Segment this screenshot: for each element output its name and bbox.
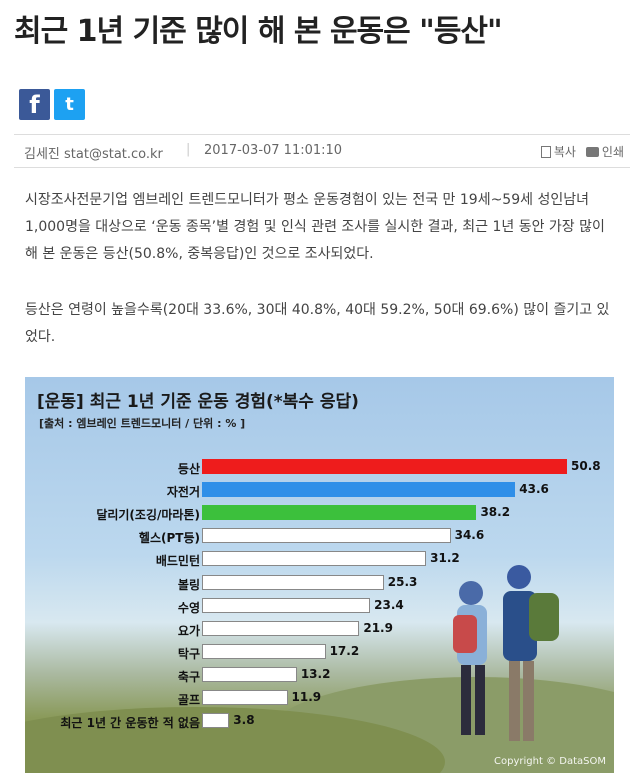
chart-row: 수영 23.4 <box>25 596 614 618</box>
chart-title: [운동] 최근 1년 기준 운동 경험(*복수 응답) <box>37 392 359 412</box>
value-label: 13.2 <box>300 666 331 681</box>
value-label: 23.4 <box>374 597 404 612</box>
category-label: 등산 <box>177 462 200 476</box>
chart-row: 볼링 25.3 <box>25 573 614 595</box>
bar <box>202 620 360 636</box>
value-label: 17.2 <box>329 643 360 658</box>
print-label: 인쇄 <box>601 145 624 159</box>
category-label: 배드민턴 <box>155 554 200 569</box>
bar-chart-image: [운동] 최근 1년 기준 운동 경험(*복수 응답) [출처 : 엠브레인 트… <box>25 377 614 773</box>
category-label: 자전거 <box>166 485 200 500</box>
chart-row: 달리기(조깅/마라톤) 38.2 <box>25 503 614 525</box>
category-label: 달리기(조깅/마라톤) <box>96 508 200 523</box>
bar <box>202 666 297 682</box>
value-label: 50.8 <box>571 459 601 473</box>
category-label: 요가 <box>177 623 200 638</box>
chart-row: 헬스(PT등) 34.6 <box>25 526 614 548</box>
copy-icon <box>540 145 551 158</box>
category-label: 최근 1년 간 운동한 적 없음 <box>60 716 200 731</box>
bar <box>202 643 326 659</box>
article-paragraph: 시장조사전문기업 엠브레인 트렌드모니터가 평소 운동경험이 있는 전국 만 1… <box>25 192 605 262</box>
bar <box>202 459 567 474</box>
bar <box>202 597 371 613</box>
chart-row: 배드민턴 31.2 <box>25 549 614 571</box>
category-label: 축구 <box>177 669 200 684</box>
value-label: 11.9 <box>291 690 322 704</box>
chart-row: 등산 50.8 <box>25 457 614 479</box>
category-label: 탁구 <box>177 646 200 661</box>
chart-row: 탁구 17.2 <box>25 642 614 664</box>
copy-label: 복사 <box>553 145 576 159</box>
article-meta: 김세진 stat@stat.co.kr | 2017-03-07 11:01:1… <box>14 134 630 168</box>
chart-row: 요가 21.9 <box>25 619 614 641</box>
category-label: 골프 <box>177 693 200 707</box>
chart-source: [출처 : 엠브레인 트렌드모니터 / 단위 : % ] <box>39 417 246 430</box>
article-title: 최근 1년 기준 많이 해 본 운동은 "등산" <box>14 14 503 49</box>
value-label: 25.3 <box>387 574 418 589</box>
category-label: 볼링 <box>177 577 200 592</box>
bar <box>202 482 516 498</box>
copy-button[interactable]: 복사 <box>540 143 576 160</box>
author-byline[interactable]: 김세진 stat@stat.co.kr <box>24 143 163 162</box>
twitter-icon: t <box>65 94 74 115</box>
bar <box>202 713 230 729</box>
twitter-share-button[interactable]: t <box>54 89 85 120</box>
category-label: 헬스(PT등) <box>138 531 200 546</box>
chart-watermark: Copyright © DataSOM <box>494 756 606 767</box>
value-label: 43.6 <box>519 482 549 497</box>
value-label: 34.6 <box>454 528 485 543</box>
value-label: 38.2 <box>480 505 511 520</box>
bar <box>202 574 384 590</box>
bar <box>202 551 427 567</box>
meta-separator: | <box>186 142 191 157</box>
chart-row: 골프 11.9 <box>25 688 614 710</box>
publish-date: 2017-03-07 11:01:10 <box>204 143 343 158</box>
share-buttons: f t <box>19 89 85 120</box>
bar <box>202 528 451 544</box>
category-label: 수영 <box>177 600 200 615</box>
article-paragraph: 등산은 연령이 높을수록(20대 33.6%, 30대 40.8%, 40대 5… <box>25 302 610 345</box>
bar <box>202 505 477 521</box>
bar <box>202 690 288 705</box>
print-button[interactable]: 인쇄 <box>585 143 624 160</box>
value-label: 21.9 <box>363 620 393 635</box>
facebook-share-button[interactable]: f <box>19 89 50 120</box>
facebook-icon: f <box>29 90 40 119</box>
chart-row: 자전거 43.6 <box>25 480 614 502</box>
print-icon <box>585 146 599 157</box>
chart-row: 최근 1년 간 운동한 적 없음 3.8 <box>25 711 614 733</box>
chart-row: 축구 13.2 <box>25 665 614 687</box>
value-label: 31.2 <box>430 551 460 566</box>
value-label: 3.8 <box>233 713 255 728</box>
article-tools: 복사 인쇄 <box>540 143 624 160</box>
